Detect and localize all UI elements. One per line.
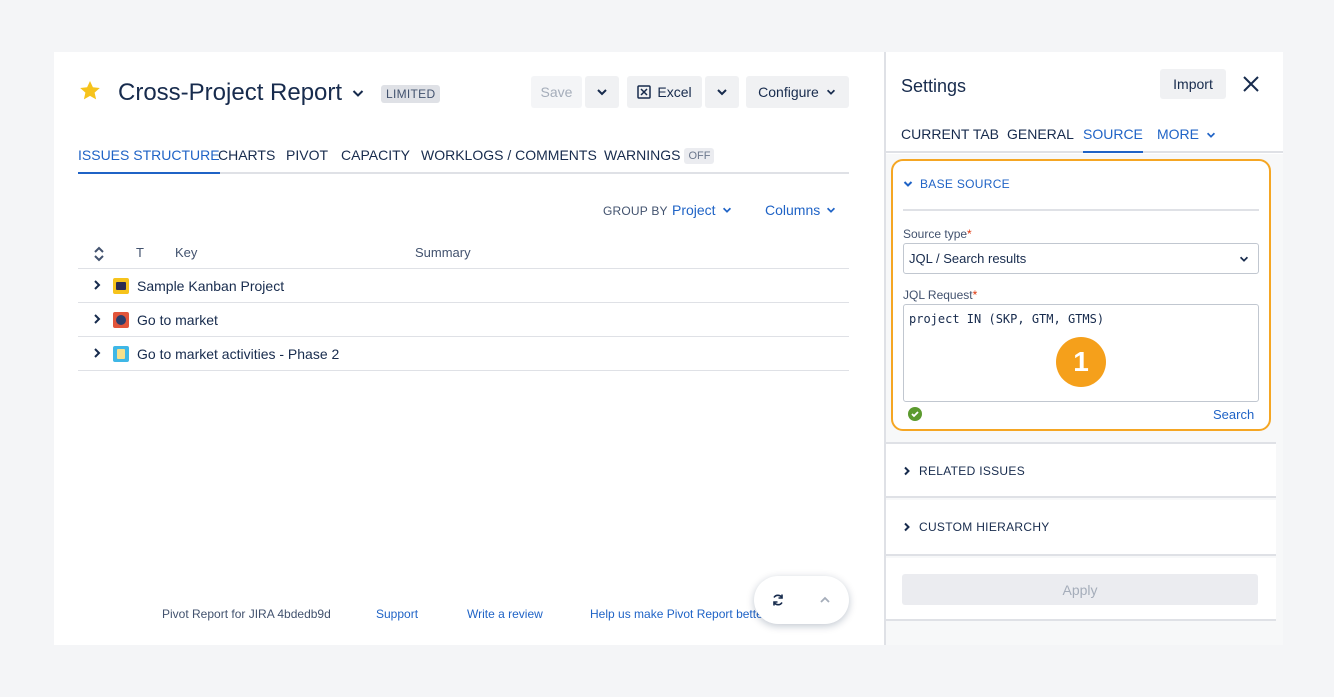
chevron-down-icon bbox=[1206, 132, 1216, 138]
tab-warnings-label: WARNINGS bbox=[604, 147, 681, 163]
title-chevron-down-icon[interactable] bbox=[350, 85, 366, 101]
jql-request-label-text: JQL Request bbox=[903, 288, 973, 302]
save-dropdown-button[interactable] bbox=[585, 76, 619, 108]
activities-project-icon bbox=[113, 346, 129, 362]
tab-capacity[interactable]: CAPACITY bbox=[341, 147, 410, 174]
column-key[interactable]: Key bbox=[175, 245, 197, 260]
chevron-right-icon[interactable] bbox=[92, 347, 102, 359]
tab-issues-structure[interactable]: ISSUES STRUCTURE bbox=[78, 147, 220, 174]
row-label: Go to market bbox=[137, 312, 218, 328]
required-marker: * bbox=[967, 227, 972, 241]
source-type-label: Source type* bbox=[903, 227, 972, 241]
row-label: Sample Kanban Project bbox=[137, 278, 285, 294]
star-icon[interactable] bbox=[78, 79, 102, 103]
excel-icon bbox=[637, 85, 652, 99]
excel-button[interactable]: Excel bbox=[627, 76, 702, 108]
tab-warnings[interactable]: WARNINGS OFF bbox=[604, 147, 715, 174]
table-header: T Key Summary bbox=[78, 238, 849, 269]
chevron-right-icon bbox=[904, 466, 910, 476]
chevron-down-icon bbox=[827, 207, 836, 213]
chevron-down-icon bbox=[597, 89, 607, 96]
chevron-down-icon bbox=[826, 89, 835, 95]
search-link[interactable]: Search bbox=[1213, 407, 1254, 422]
page-title: Cross-Project Report bbox=[118, 79, 343, 106]
source-type-value: JQL / Search results bbox=[909, 251, 1027, 266]
section-divider bbox=[903, 209, 1259, 211]
tab-worklogs-comments[interactable]: WORKLOGS / COMMENTS bbox=[421, 147, 597, 174]
base-source-toggle[interactable]: BASE SOURCE bbox=[903, 177, 1010, 191]
chevron-right-icon[interactable] bbox=[92, 279, 102, 291]
apply-button[interactable]: Apply bbox=[902, 574, 1258, 605]
tab-more[interactable]: MORE bbox=[1157, 126, 1217, 153]
chevron-right-icon[interactable] bbox=[92, 313, 102, 325]
check-circle-icon bbox=[908, 407, 922, 421]
apply-section: Apply bbox=[886, 558, 1276, 621]
close-icon[interactable] bbox=[1241, 74, 1261, 94]
tab-pivot[interactable]: PIVOT bbox=[286, 147, 328, 174]
chevron-down-icon bbox=[722, 207, 731, 213]
tab-more-label: MORE bbox=[1157, 126, 1199, 142]
columns-label: Columns bbox=[765, 202, 821, 218]
group-by-label: GROUP BY bbox=[603, 204, 668, 218]
floating-toolbar bbox=[754, 576, 849, 624]
tab-charts[interactable]: CHARTS bbox=[218, 147, 275, 174]
settings-tabs: CURRENT TAB GENERAL SOURCE MORE bbox=[886, 124, 1283, 153]
group-by-dropdown[interactable]: Project bbox=[672, 202, 733, 218]
configure-label: Configure bbox=[758, 84, 819, 100]
columns-dropdown[interactable]: Columns bbox=[765, 202, 837, 218]
chevron-right-icon bbox=[904, 522, 910, 532]
table-row[interactable]: Go to market activities - Phase 2 bbox=[78, 337, 849, 371]
import-button[interactable]: Import bbox=[1160, 69, 1226, 99]
chevron-up-icon[interactable] bbox=[818, 593, 832, 607]
footer-help-link[interactable]: Help us make Pivot Report better bbox=[590, 607, 762, 621]
row-label: Go to market activities - Phase 2 bbox=[137, 346, 340, 362]
report-tabs: ISSUES STRUCTURE CHARTS PIVOT CAPACITY W… bbox=[78, 147, 849, 174]
callout-number-badge: 1 bbox=[1056, 337, 1106, 387]
custom-hierarchy-heading: CUSTOM HIERARCHY bbox=[919, 520, 1050, 534]
warnings-off-badge: OFF bbox=[684, 148, 715, 164]
base-source-section: BASE SOURCE Source type* JQL / Search re… bbox=[891, 159, 1271, 431]
settings-title: Settings bbox=[901, 76, 967, 96]
group-by-value: Project bbox=[672, 202, 716, 218]
footer-version: Pivot Report for JIRA 4bdedb9d bbox=[162, 607, 331, 621]
custom-hierarchy-section[interactable]: CUSTOM HIERARCHY bbox=[886, 500, 1276, 556]
table-row[interactable]: Sample Kanban Project bbox=[78, 269, 849, 303]
jql-request-label: JQL Request* bbox=[903, 288, 977, 302]
excel-dropdown-button[interactable] bbox=[705, 76, 739, 108]
chevron-down-icon bbox=[717, 89, 727, 96]
save-button[interactable]: Save bbox=[531, 76, 582, 108]
column-summary[interactable]: Summary bbox=[415, 245, 471, 260]
related-issues-toggle[interactable]: RELATED ISSUES bbox=[902, 464, 1025, 478]
configure-button[interactable]: Configure bbox=[746, 76, 849, 108]
settings-panel: Settings Import CURRENT TAB GENERAL SOUR… bbox=[886, 52, 1283, 645]
limited-badge: LIMITED bbox=[381, 85, 441, 103]
chevron-down-icon bbox=[1239, 256, 1249, 262]
refresh-icon[interactable] bbox=[771, 593, 785, 607]
app-window: Cross-Project Report LIMITED Save Excel … bbox=[54, 52, 1283, 645]
footer-review-link[interactable]: Write a review bbox=[467, 607, 543, 621]
market-project-icon bbox=[113, 312, 129, 328]
related-issues-section[interactable]: RELATED ISSUES bbox=[886, 442, 1276, 498]
report-main: Cross-Project Report LIMITED Save Excel … bbox=[54, 52, 884, 645]
tab-general[interactable]: GENERAL bbox=[1007, 126, 1074, 153]
column-type[interactable]: T bbox=[136, 245, 144, 260]
required-marker: * bbox=[972, 288, 978, 302]
excel-label: Excel bbox=[657, 84, 692, 100]
source-type-select[interactable]: JQL / Search results bbox=[903, 243, 1259, 274]
chevron-down-icon bbox=[903, 181, 913, 187]
kanban-project-icon bbox=[113, 278, 129, 294]
expand-collapse-all-icon[interactable] bbox=[93, 246, 105, 262]
footer-support-link[interactable]: Support bbox=[376, 607, 418, 621]
table-row[interactable]: Go to market bbox=[78, 303, 849, 337]
source-type-label-text: Source type bbox=[903, 227, 968, 241]
settings-scroll-area: BASE SOURCE Source type* JQL / Search re… bbox=[886, 154, 1283, 645]
tab-source[interactable]: SOURCE bbox=[1083, 126, 1143, 153]
tab-current-tab[interactable]: CURRENT TAB bbox=[901, 126, 999, 153]
base-source-heading: BASE SOURCE bbox=[920, 177, 1010, 191]
related-issues-heading: RELATED ISSUES bbox=[919, 464, 1026, 478]
custom-hierarchy-toggle[interactable]: CUSTOM HIERARCHY bbox=[902, 520, 1050, 534]
